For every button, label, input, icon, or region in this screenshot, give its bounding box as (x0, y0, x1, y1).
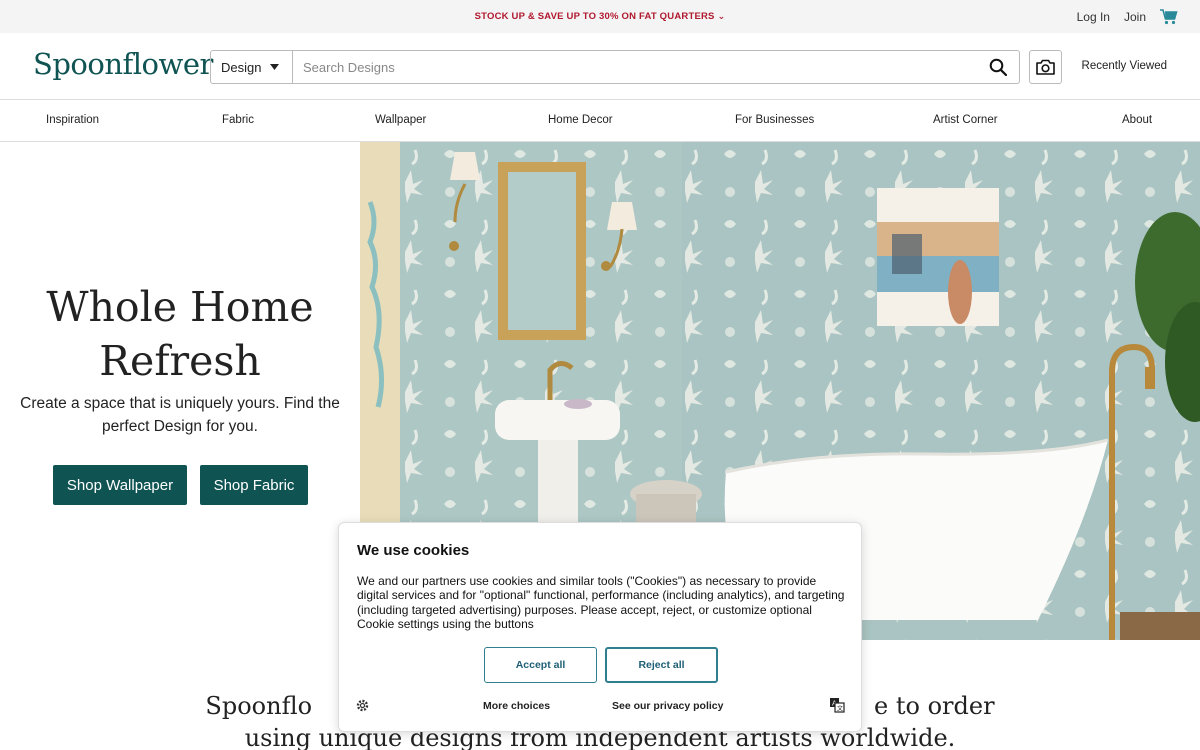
cookie-consent-dialog: We use cookies We and our partners use c… (338, 522, 862, 732)
search-type-value: Design (221, 59, 262, 75)
translate-icon[interactable]: A文 (829, 697, 845, 718)
nav-item-for-businesses[interactable]: For Businesses (735, 114, 814, 126)
search-input[interactable] (293, 51, 977, 83)
hero-title-line1: Whole Home (46, 283, 314, 331)
chevron-down-icon[interactable]: ⌄ (718, 11, 726, 22)
svg-text:文: 文 (837, 705, 843, 713)
hero-title-line2: Refresh (99, 337, 261, 385)
camera-icon (1036, 59, 1055, 75)
visual-search-button[interactable] (1029, 50, 1062, 84)
nav-item-about[interactable]: About (1122, 114, 1152, 126)
more-choices-link[interactable]: More choices (483, 700, 550, 712)
caret-down-icon (270, 64, 280, 70)
promo-text[interactable]: STOCK UP & SAVE UP TO 30% ON FAT QUARTER… (475, 11, 715, 22)
nav-item-wallpaper[interactable]: Wallpaper (375, 114, 426, 126)
nav-item-inspiration[interactable]: Inspiration (46, 114, 99, 126)
search-icon (989, 58, 1007, 76)
main-nav: Inspiration Fabric Wallpaper Home Decor … (0, 100, 1200, 142)
search-bar: Design (210, 50, 1020, 84)
spoonflower-logo[interactable]: Spoonflower (33, 47, 213, 81)
promo-bar: STOCK UP & SAVE UP TO 30% ON FAT QUARTER… (0, 0, 1200, 33)
brand-statement-line1-end: e to order (874, 692, 995, 720)
brand-statement-line1-start: Spoonflo (205, 692, 313, 720)
shop-fabric-button[interactable]: Shop Fabric (200, 465, 308, 505)
cart-icon[interactable] (1160, 9, 1178, 25)
nav-item-fabric[interactable]: Fabric (222, 114, 254, 126)
search-button[interactable] (977, 51, 1019, 83)
promo-link[interactable]: STOCK UP & SAVE UP TO 30% ON FAT QUARTER… (0, 11, 1200, 22)
login-link[interactable]: Log In (1077, 10, 1110, 24)
cookie-body: We and our partners use cookies and simi… (357, 574, 845, 631)
hero-subtitle: Create a space that is uniquely yours. F… (20, 395, 340, 435)
reject-all-button[interactable]: Reject all (605, 647, 718, 683)
search-type-select[interactable]: Design (211, 51, 293, 83)
privacy-policy-link[interactable]: See our privacy policy (612, 700, 723, 712)
nav-item-artist-corner[interactable]: Artist Corner (933, 114, 998, 126)
nav-item-home-decor[interactable]: Home Decor (548, 114, 613, 126)
gear-icon[interactable] (355, 698, 370, 718)
accept-all-button[interactable]: Accept all (484, 647, 597, 683)
shop-wallpaper-button[interactable]: Shop Wallpaper (53, 465, 187, 505)
site-header: Spoonflower Design Recently Viewed (0, 33, 1200, 100)
hero-panel: Whole Home Refresh Create a space that i… (0, 142, 360, 640)
recently-viewed-link[interactable]: Recently Viewed (1082, 60, 1167, 72)
account-links: Log In Join (1077, 9, 1178, 25)
hero-title: Whole Home Refresh (0, 280, 360, 388)
cookie-title: We use cookies (357, 542, 470, 559)
join-link[interactable]: Join (1124, 10, 1146, 24)
